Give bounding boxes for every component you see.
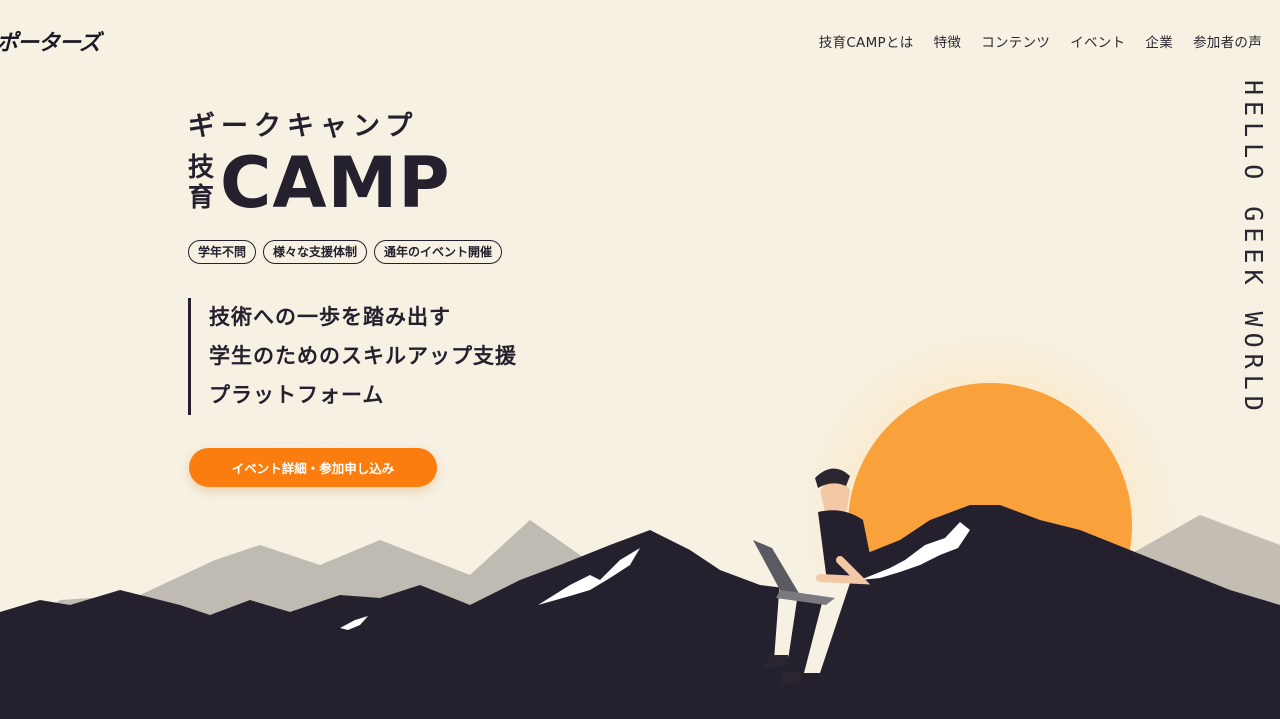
nav-companies[interactable]: 企業: [1145, 31, 1173, 51]
feature-tags: 学年不問 様々な支援体制 通年のイベント開催: [188, 240, 503, 264]
nav-events[interactable]: イベント: [1070, 31, 1125, 51]
brand-kanji-1: 技: [188, 153, 215, 183]
brand-kanji: 技 育: [188, 153, 214, 213]
event-signup-button[interactable]: イベント詳細・参加申し込み: [189, 448, 437, 487]
catchphrase: 技術への一歩を踏み出す 学生のためのスキルアップ支援 プラットフォーム: [188, 298, 517, 415]
brand-kanji-2: 育: [188, 183, 215, 213]
nav-contents[interactable]: コンテンツ: [981, 31, 1050, 51]
tag-any-grade: 学年不問: [188, 240, 257, 264]
nav-about[interactable]: 技育CAMPとは: [819, 31, 914, 51]
tag-support: 様々な支援体制: [263, 240, 368, 264]
front-mountains: [0, 505, 1280, 719]
nav-features[interactable]: 特徴: [934, 31, 962, 51]
catch-line-2: 学生のためのスキルアップ支援: [209, 344, 517, 368]
catch-line-3: プラットフォーム: [209, 383, 385, 407]
global-nav: 技育CAMPとは 特徴 コンテンツ イベント 企業 参加者の声: [819, 31, 1262, 51]
brand-logo: 技 育 CAMP: [188, 148, 451, 218]
brand-ruby: ギークキャンプ: [188, 111, 419, 142]
nav-voices[interactable]: 参加者の声: [1193, 31, 1262, 51]
tag-events: 通年のイベント開催: [374, 240, 503, 264]
vertical-tagline: HELLO GEEK WORLD: [1239, 80, 1268, 417]
brand-camp: CAMP: [220, 142, 451, 224]
catch-line-1: 技術への一歩を踏み出す: [209, 305, 451, 329]
site-logo[interactable]: ポーターズ: [0, 25, 101, 57]
